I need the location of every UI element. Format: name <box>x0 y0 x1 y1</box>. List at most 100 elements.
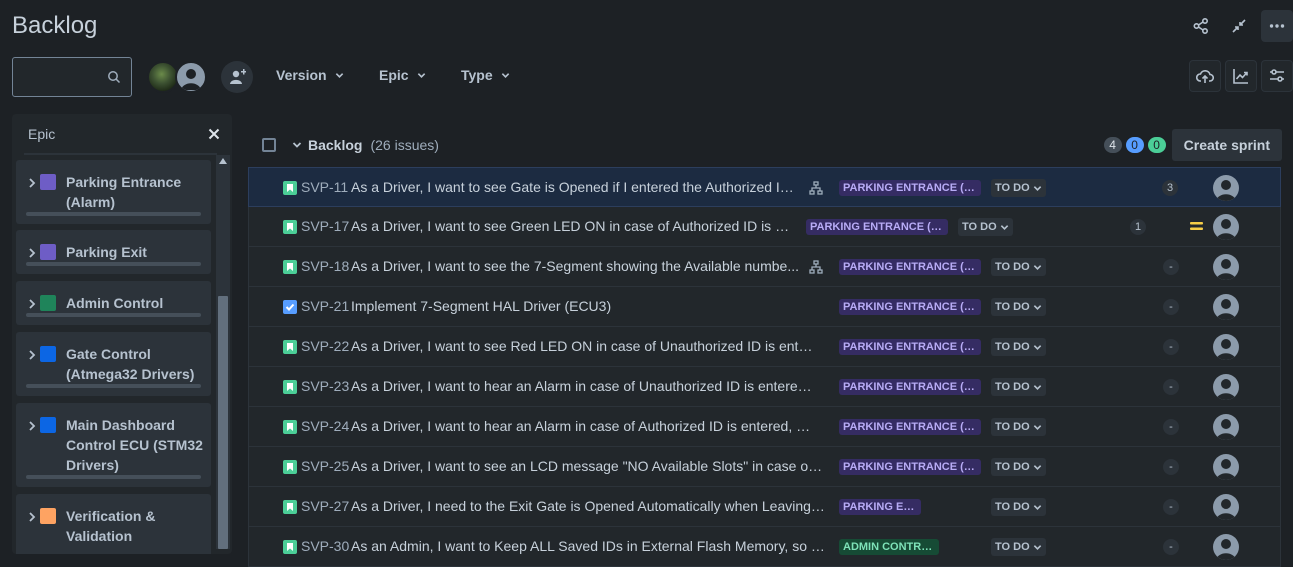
status-dropdown[interactable]: TO DO <box>991 258 1046 276</box>
epic-lozenge[interactable]: PARKING ENTRANCE (D... <box>806 219 948 235</box>
table-row[interactable]: SVP-11 As a Driver, I want to see Gate is… <box>248 167 1281 207</box>
epic-item[interactable]: Admin Control <box>16 281 211 325</box>
insights-button[interactable] <box>1225 60 1257 92</box>
estimate-badge[interactable]: - <box>1163 339 1179 355</box>
issue-summary[interactable]: As a Driver, I want to see Green LED ON … <box>351 218 791 234</box>
estimate-badge[interactable]: - <box>1163 459 1179 475</box>
assignee-avatar[interactable] <box>1213 334 1239 360</box>
epic-item[interactable]: Verification & Validation <box>16 494 211 554</box>
share-icon[interactable] <box>1185 10 1217 42</box>
issue-key[interactable]: SVP-27 <box>301 498 349 514</box>
add-people-button[interactable] <box>221 61 253 93</box>
issue-summary[interactable]: As an Admin, I want to Keep ALL Saved ID… <box>351 538 825 554</box>
table-row[interactable]: SVP-23 As a Driver, I want to hear an Ala… <box>248 367 1281 407</box>
select-all-checkbox[interactable] <box>262 138 276 152</box>
assignee-avatar[interactable] <box>1213 175 1239 201</box>
table-row[interactable]: SVP-27 As a Driver, I need to the Exit Ga… <box>248 487 1281 527</box>
status-dropdown[interactable]: TO DO <box>991 378 1046 396</box>
issue-key[interactable]: SVP-24 <box>301 418 349 434</box>
scrollbar-thumb[interactable] <box>218 296 228 549</box>
type-filter[interactable]: Type <box>461 67 510 83</box>
epic-lozenge[interactable]: PARKING ENTRANCE (V... <box>839 299 981 315</box>
epic-lozenge[interactable]: ADMIN CONTROL <box>839 539 939 555</box>
epic-filter[interactable]: Epic <box>379 67 426 83</box>
epic-lozenge[interactable]: PARKING ENTRANCE (V... <box>839 259 981 275</box>
assignee-avatar[interactable] <box>1213 534 1239 560</box>
view-settings-button[interactable] <box>1261 60 1293 92</box>
epic-lozenge[interactable]: PARKING ENTRANCE (A... <box>839 379 981 395</box>
estimate-badge[interactable]: - <box>1163 379 1179 395</box>
chevron-right-icon[interactable] <box>28 178 36 188</box>
assignee-avatar[interactable] <box>1213 214 1239 240</box>
chevron-right-icon[interactable] <box>28 248 36 258</box>
status-dropdown[interactable]: TO DO <box>991 418 1046 436</box>
epic-lozenge[interactable]: PARKING ENTRANCE (A... <box>839 459 981 475</box>
estimate-badge[interactable]: - <box>1163 499 1179 515</box>
status-dropdown[interactable]: TO DO <box>991 538 1046 556</box>
issue-summary[interactable]: As a Driver, I want to see Red LED ON in… <box>351 338 819 354</box>
issue-summary[interactable]: As a Driver, I want to see the 7-Segment… <box>351 258 801 274</box>
table-row[interactable]: SVP-25 As a Driver, I want to see an LCD … <box>248 447 1281 487</box>
status-dropdown[interactable]: TO DO <box>991 458 1046 476</box>
search-input[interactable] <box>12 57 132 97</box>
more-icon[interactable] <box>1261 10 1293 42</box>
chevron-right-icon[interactable] <box>28 512 36 522</box>
estimate-badge[interactable]: - <box>1163 419 1179 435</box>
table-row[interactable]: SVP-24 As a Driver, I want to hear an Ala… <box>248 407 1281 447</box>
table-row[interactable]: SVP-21 Implement 7-Segment HAL Driver (EC… <box>248 287 1281 327</box>
status-dropdown[interactable]: TO DO <box>958 218 1013 236</box>
chevron-right-icon[interactable] <box>28 299 36 309</box>
epic-item[interactable]: Gate Control (Atmega32 Drivers) <box>16 332 211 396</box>
issue-key[interactable]: SVP-21 <box>301 298 349 314</box>
issue-key[interactable]: SVP-25 <box>301 458 349 474</box>
scroll-up-icon[interactable] <box>219 158 227 164</box>
assignee-avatar[interactable] <box>1213 374 1239 400</box>
table-row[interactable]: SVP-18 As a Driver, I want to see the 7-S… <box>248 247 1281 287</box>
assignee-avatar[interactable] <box>1213 454 1239 480</box>
chevron-right-icon[interactable] <box>28 421 36 431</box>
estimate-badge[interactable]: 3 <box>1162 180 1179 196</box>
issue-key[interactable]: SVP-17 <box>301 218 349 234</box>
version-filter[interactable]: Version <box>276 67 344 83</box>
issue-summary[interactable]: As a Driver, I want to hear an Alarm in … <box>351 418 819 434</box>
issue-key[interactable]: SVP-30 <box>301 538 349 554</box>
issue-key[interactable]: SVP-11 <box>301 179 348 195</box>
assignee-avatar[interactable] <box>1213 294 1239 320</box>
estimate-badge[interactable]: - <box>1163 539 1179 555</box>
table-row[interactable]: SVP-17 As a Driver, I want to see Green L… <box>248 207 1281 247</box>
minimize-icon[interactable] <box>1223 10 1255 42</box>
table-row[interactable]: SVP-30 As an Admin, I want to Keep ALL Sa… <box>248 527 1281 567</box>
epic-lozenge[interactable]: PARKING ENTRANCE (A... <box>839 339 981 355</box>
issue-summary[interactable]: Implement 7-Segment HAL Driver (ECU3) <box>351 298 831 314</box>
status-dropdown[interactable]: TO DO <box>991 338 1046 356</box>
status-dropdown[interactable]: TO DO <box>991 498 1046 516</box>
avatar[interactable] <box>175 61 207 93</box>
issue-key[interactable]: SVP-18 <box>301 258 349 274</box>
issue-summary[interactable]: As a Driver, I want to see an LCD messag… <box>351 458 825 474</box>
issue-summary[interactable]: As a Driver, I need to the Exit Gate is … <box>351 498 825 514</box>
chevron-right-icon[interactable] <box>28 350 36 360</box>
close-icon[interactable] <box>208 128 220 140</box>
epic-item[interactable]: Parking Entrance (Alarm) <box>16 160 211 224</box>
assignee-avatar[interactable] <box>1213 254 1239 280</box>
child-issues-icon[interactable] <box>809 260 823 274</box>
epic-lozenge[interactable]: PARKING EXIT <box>839 499 921 515</box>
estimate-badge[interactable]: - <box>1163 299 1179 315</box>
epic-lozenge[interactable]: PARKING ENTRANCE (D... <box>839 180 981 196</box>
epic-item[interactable]: Main Dashboard Control ECU (STM32 Driver… <box>16 403 211 487</box>
child-issues-icon[interactable] <box>809 181 823 195</box>
issue-key[interactable]: SVP-22 <box>301 338 349 354</box>
estimate-badge[interactable]: 1 <box>1130 219 1147 235</box>
epic-lozenge[interactable]: PARKING ENTRANCE (A... <box>839 419 981 435</box>
issue-summary[interactable]: As a Driver, I want to hear an Alarm in … <box>351 378 819 394</box>
table-row[interactable]: SVP-22 As a Driver, I want to see Red LED… <box>248 327 1281 367</box>
assignee-avatar[interactable] <box>1213 494 1239 520</box>
issue-key[interactable]: SVP-23 <box>301 378 349 394</box>
status-dropdown[interactable]: TO DO <box>991 298 1046 316</box>
status-dropdown[interactable]: TO DO <box>991 179 1046 197</box>
epic-item[interactable]: Parking Exit <box>16 230 211 274</box>
assignee-avatar[interactable] <box>1213 414 1239 440</box>
issue-summary[interactable]: As a Driver, I want to see Gate is Opene… <box>351 179 801 195</box>
chevron-down-icon[interactable] <box>292 140 302 150</box>
create-sprint-button[interactable]: Create sprint <box>1171 129 1282 161</box>
